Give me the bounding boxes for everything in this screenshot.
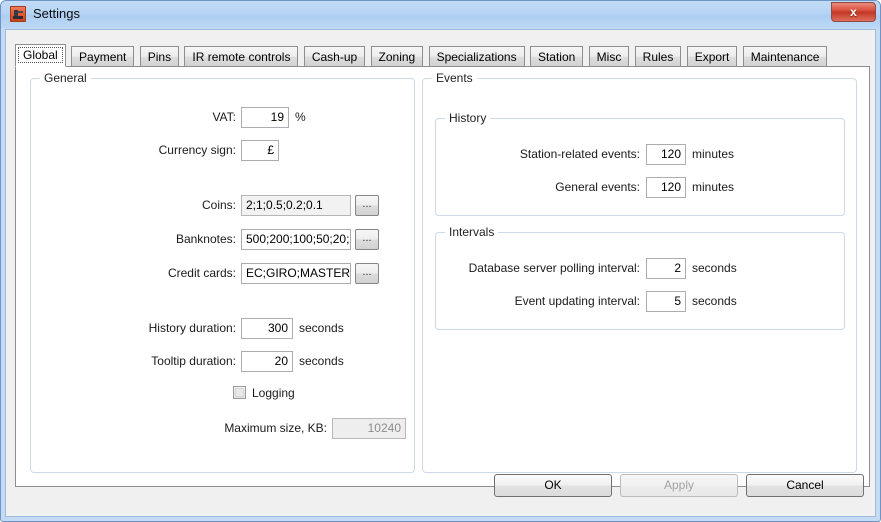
vat-input[interactable]: 19 (241, 107, 289, 128)
logging-label: Logging (252, 386, 295, 400)
logging-checkbox[interactable] (233, 386, 246, 399)
tab-misc-label: Misc (596, 50, 622, 64)
tab-specializations-label: Specializations (436, 50, 517, 64)
credit-cards-label: Credit cards: (167, 266, 236, 280)
field-row-currency-sign: Currency sign: £ (31, 140, 411, 161)
coins-browse-button[interactable]: ... (355, 195, 379, 216)
tab-page-global: General VAT: 19 % Currency sign: £ Coins… (15, 66, 870, 487)
tab-pins[interactable]: Pins (139, 46, 180, 67)
group-history: History Station-related events: 120 minu… (435, 111, 845, 216)
station-related-events-unit: minutes (692, 147, 735, 161)
group-general: General VAT: 19 % Currency sign: £ Coins… (30, 71, 415, 473)
event-updating-interval-unit: seconds (692, 294, 737, 308)
station-related-events-label: Station-related events: (519, 147, 640, 161)
field-row-station-related-events: Station-related events: 120 minutes (436, 144, 841, 165)
tab-strip: Global Payment Pins IR remote controls C… (15, 44, 829, 67)
group-events: Events History Station-related events: 1… (422, 71, 857, 473)
group-history-title: History (445, 111, 491, 125)
field-row-db-polling-interval: Database server polling interval: 2 seco… (436, 258, 841, 279)
dialog-button-bar: OK Apply Cancel (6, 460, 879, 516)
banknotes-input[interactable]: 500;200;100;50;20;10 (241, 229, 351, 250)
tab-maintenance[interactable]: Maintenance (742, 46, 828, 67)
db-polling-interval-input[interactable]: 2 (646, 258, 686, 279)
tab-specializations[interactable]: Specializations (428, 46, 525, 67)
general-events-label: General events: (555, 180, 640, 194)
field-row-event-updating-interval: Event updating interval: 5 seconds (436, 291, 841, 312)
close-icon-glyph: x (850, 5, 857, 19)
window-title: Settings (33, 6, 80, 21)
cancel-button[interactable]: Cancel (746, 474, 864, 497)
tooltip-duration-input[interactable]: 20 (241, 351, 293, 372)
tab-focus-outline (18, 47, 63, 63)
tooltip-duration-label: Tooltip duration: (151, 354, 236, 368)
tab-station[interactable]: Station (529, 46, 584, 67)
tab-zoning-label: Zoning (378, 50, 416, 64)
window-client-area: Global Payment Pins IR remote controls C… (5, 29, 876, 517)
field-row-credit-cards: Credit cards: EC;GIRO;MASTER;VISA ... (31, 263, 411, 284)
field-row-maximum-size: Maximum size, KB: 10240 (31, 418, 411, 439)
tab-rules[interactable]: Rules (634, 46, 682, 67)
vat-unit: % (295, 110, 306, 124)
field-row-banknotes: Banknotes: 500;200;100;50;20;10 ... (31, 229, 411, 250)
tooltip-duration-unit: seconds (299, 354, 344, 368)
tab-cash-up-label: Cash-up (311, 50, 358, 64)
station-related-events-input[interactable]: 120 (646, 144, 686, 165)
maximum-size-input: 10240 (332, 418, 406, 439)
event-updating-interval-input[interactable]: 5 (646, 291, 686, 312)
ok-button[interactable]: OK (494, 474, 612, 497)
apply-button: Apply (620, 474, 738, 497)
tab-payment[interactable]: Payment (71, 46, 135, 67)
close-icon[interactable]: x (831, 2, 876, 22)
history-duration-input[interactable]: 300 (241, 318, 293, 339)
tab-export[interactable]: Export (686, 46, 738, 67)
field-row-tooltip-duration: Tooltip duration: 20 seconds (31, 351, 411, 372)
tab-ir-remote-controls-label: IR remote controls (192, 50, 291, 64)
vat-label: VAT: (212, 110, 236, 124)
field-row-history-duration: History duration: 300 seconds (31, 318, 411, 339)
general-events-input[interactable]: 120 (646, 177, 686, 198)
tab-rules-label: Rules (642, 50, 674, 64)
credit-cards-input[interactable]: EC;GIRO;MASTER;VISA (241, 263, 351, 284)
field-row-general-events: General events: 120 minutes (436, 177, 841, 198)
db-polling-interval-label: Database server polling interval: (468, 261, 640, 275)
coins-label: Coins: (201, 198, 236, 212)
coins-input[interactable]: 2;1;0.5;0.2;0.1 (241, 195, 351, 216)
group-events-title: Events (432, 71, 477, 85)
tab-global[interactable]: Global (15, 44, 66, 67)
field-row-logging: Logging (31, 385, 411, 401)
tab-export-label: Export (694, 50, 730, 64)
tab-pins-label: Pins (147, 50, 172, 64)
field-row-coins: Coins: 2;1;0.5;0.2;0.1 ... (31, 195, 411, 216)
tab-payment-label: Payment (79, 50, 127, 64)
tab-station-label: Station (537, 50, 576, 64)
group-intervals-title: Intervals (445, 225, 499, 239)
tab-maintenance-label: Maintenance (750, 50, 820, 64)
event-updating-interval-label: Event updating interval: (514, 294, 640, 308)
history-duration-label: History duration: (148, 321, 236, 335)
currency-sign-label: Currency sign: (158, 143, 236, 157)
currency-sign-input[interactable]: £ (241, 140, 279, 161)
credit-cards-browse-button[interactable]: ... (355, 263, 379, 284)
title-bar: Settings x (1, 1, 880, 28)
settings-window: Settings x Global Payment Pins IR remote… (0, 0, 881, 522)
settings-app-icon (10, 6, 26, 22)
maximum-size-label: Maximum size, KB: (224, 421, 327, 435)
tab-misc[interactable]: Misc (588, 46, 630, 67)
history-duration-unit: seconds (299, 321, 344, 335)
group-intervals: Intervals Database server polling interv… (435, 225, 845, 330)
db-polling-interval-unit: seconds (692, 261, 737, 275)
banknotes-browse-button[interactable]: ... (355, 229, 379, 250)
general-events-unit: minutes (692, 180, 735, 194)
group-general-title: General (40, 71, 91, 85)
tab-zoning[interactable]: Zoning (370, 46, 424, 67)
field-row-vat: VAT: 19 % (31, 107, 411, 128)
tab-cash-up[interactable]: Cash-up (303, 46, 366, 67)
tab-ir-remote-controls[interactable]: IR remote controls (184, 46, 299, 67)
banknotes-label: Banknotes: (175, 232, 236, 246)
